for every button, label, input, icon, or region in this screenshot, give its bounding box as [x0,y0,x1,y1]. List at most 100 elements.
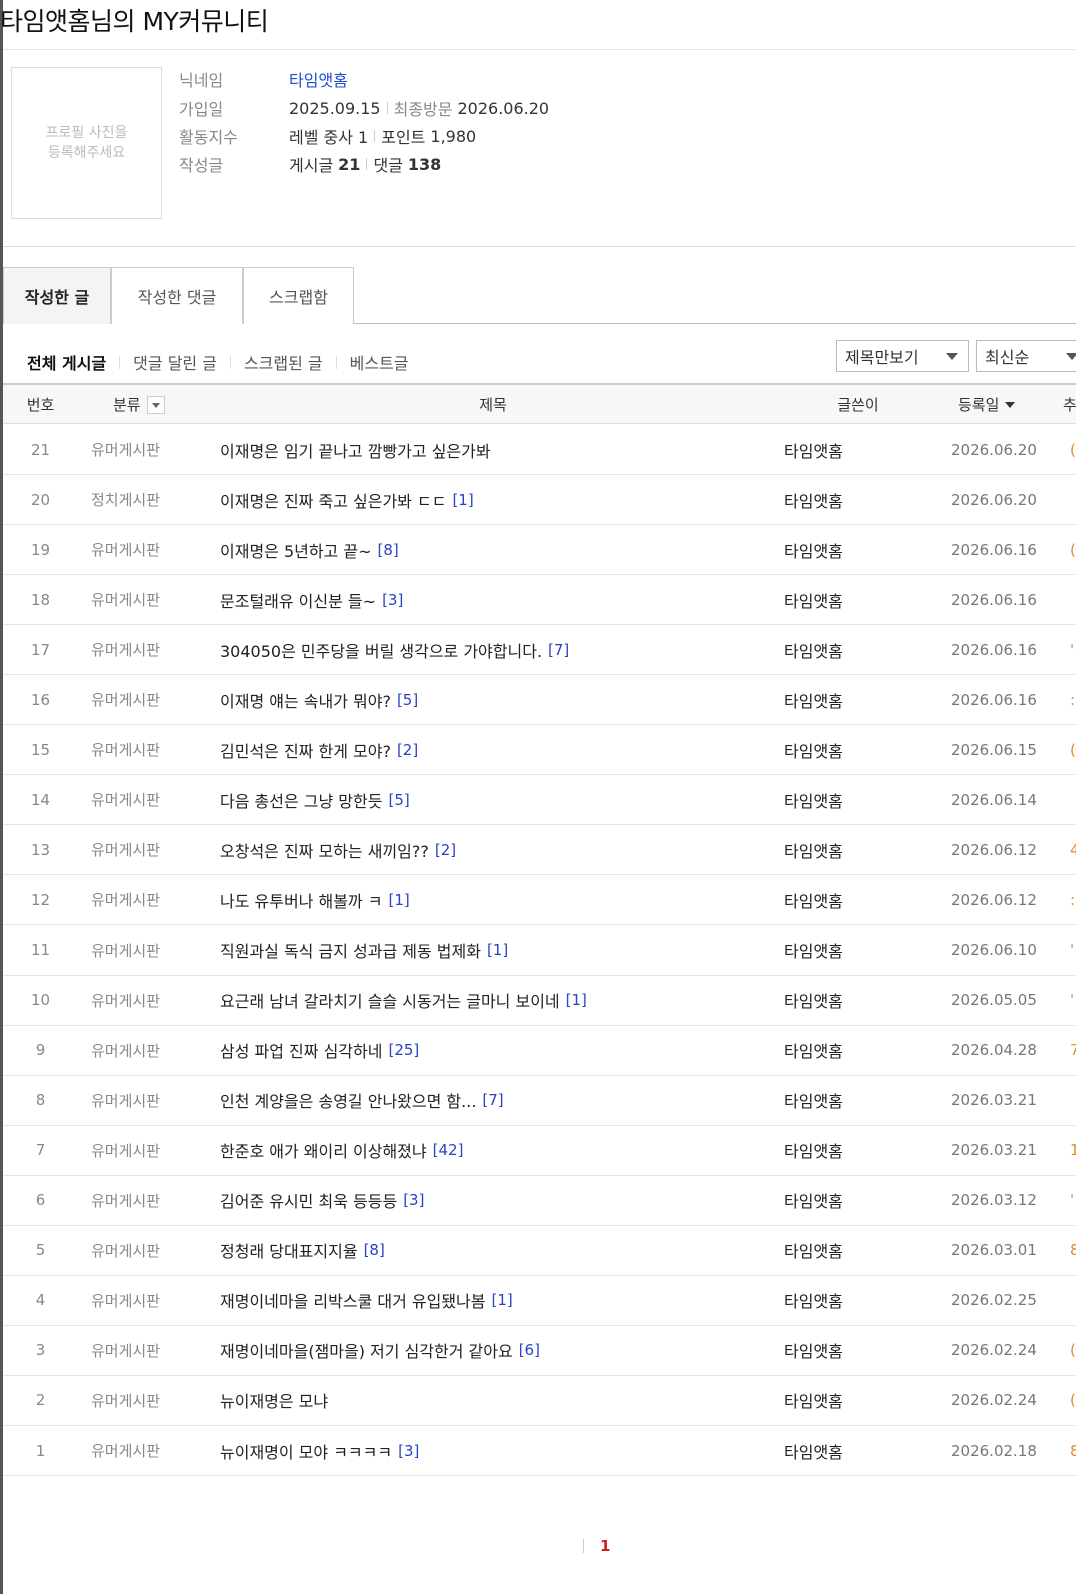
comment-count-badge[interactable]: [1] [487,941,508,959]
post-category[interactable]: 유머게시판 [91,1276,160,1325]
post-title-link[interactable]: 인천 계양을은 송영길 안나왔으면 함... [220,1088,476,1112]
tab-scraps[interactable]: 스크랩함 [243,267,354,324]
post-category[interactable]: 유머게시판 [91,625,160,674]
comment-count-badge[interactable]: [8] [378,541,399,559]
post-author[interactable]: 타임앳홈 [784,1026,843,1075]
post-title-link[interactable]: 다음 총선은 그냥 망한듯 [220,788,382,812]
post-title-link[interactable]: 나도 유투버나 해볼까 ㅋ [220,888,382,912]
comment-count-badge[interactable]: [5] [397,691,418,709]
post-author[interactable]: 타임앳홈 [784,1176,843,1225]
post-author[interactable]: 타임앳홈 [784,875,843,924]
post-author[interactable]: 타임앳홈 [784,1076,843,1125]
post-category[interactable]: 유머게시판 [91,1426,160,1475]
separator [386,102,388,114]
post-title-link[interactable]: 이재명은 5년하고 끝~ [220,538,372,562]
comment-count-badge[interactable]: [2] [397,741,418,759]
post-category[interactable]: 유머게시판 [91,675,160,724]
post-author[interactable]: 타임앳홈 [784,725,843,774]
filter-scrapped-posts[interactable]: 스크랩된 글 [244,350,323,374]
profile-photo-placeholder[interactable]: 프로필 사진을 등록해주세요 [11,67,162,219]
category-filter-dropdown-icon[interactable] [146,395,165,414]
post-title-link[interactable]: 김어준 유시민 최욱 등등등 [220,1188,397,1212]
tab-written-posts[interactable]: 작성한 글 [3,267,111,324]
post-author[interactable]: 타임앳홈 [784,825,843,874]
post-category[interactable]: 유머게시판 [91,1226,160,1275]
post-title-link[interactable]: 요근래 남녀 갈라치기 슬슬 시동거는 글마니 보이네 [220,988,560,1012]
post-title-link[interactable]: 김민석은 진짜 한게 모야? [220,738,391,762]
comment-count-badge[interactable]: [1] [492,1291,513,1309]
post-title-link[interactable]: 오창석은 진짜 모하는 새끼임?? [220,838,429,862]
post-title-link[interactable]: 재명이네마을 리박스쿨 대거 유입됐나봄 [220,1288,486,1312]
comment-count-badge[interactable]: [8] [364,1241,385,1259]
post-category[interactable]: 유머게시판 [91,875,160,924]
post-author[interactable]: 타임앳홈 [784,425,843,474]
post-title-link[interactable]: 정청래 당대표지지율 [220,1238,358,1262]
post-category[interactable]: 유머게시판 [91,725,160,774]
comment-count-badge[interactable]: [1] [566,991,587,1009]
comment-count-badge[interactable]: [1] [452,491,473,509]
view-mode-select[interactable]: 제목만보기 [836,340,969,372]
tab-written-comments[interactable]: 작성한 댓글 [111,267,243,324]
post-author[interactable]: 타임앳홈 [784,575,843,624]
post-title-link[interactable]: 뉴이재명이 모야 ㅋㅋㅋㅋ [220,1439,392,1463]
comment-count-badge[interactable]: [2] [435,841,456,859]
post-author[interactable]: 타임앳홈 [784,1226,843,1275]
post-category[interactable]: 유머게시판 [91,1026,160,1075]
post-category[interactable]: 유머게시판 [91,1376,160,1425]
post-author[interactable]: 타임앳홈 [784,1276,843,1325]
post-author[interactable]: 타임앳홈 [784,675,843,724]
post-author[interactable]: 타임앳홈 [784,625,843,674]
comment-count-badge[interactable]: [3] [382,591,403,609]
comment-count-badge[interactable]: [6] [519,1341,540,1359]
post-category[interactable]: 유머게시판 [91,575,160,624]
post-title-link[interactable]: 문조털래유 이신분 들~ [220,588,376,612]
filter-commented-posts[interactable]: 댓글 달린 글 [133,350,217,374]
comment-count-badge[interactable]: [1] [388,891,409,909]
post-author[interactable]: 타임앳홈 [784,1376,843,1425]
post-category[interactable]: 유머게시판 [91,525,160,574]
post-category[interactable]: 유머게시판 [91,1076,160,1125]
comment-count-badge[interactable]: [5] [388,791,409,809]
post-title-link[interactable]: 이재명은 진짜 죽고 싶은가봐 ㄷㄷ [220,488,446,512]
comment-count-badge[interactable]: [7] [548,641,569,659]
post-title-link[interactable]: 뉴이재명은 모냐 [220,1388,328,1412]
post-author[interactable]: 타임앳홈 [784,475,843,524]
post-title-link[interactable]: 304050은 민주당을 버릴 생각으로 가야합니다. [220,638,542,662]
post-category[interactable]: 유머게시판 [91,825,160,874]
post-title-link[interactable]: 이재명 얘는 속내가 뭐야? [220,688,391,712]
post-author[interactable]: 타임앳홈 [784,976,843,1025]
comment-count-badge[interactable]: [3] [398,1442,419,1460]
filter-all-posts[interactable]: 전체 게시글 [27,350,106,374]
comment-count-badge[interactable]: [3] [403,1191,424,1209]
post-title-link[interactable]: 이재명은 임기 끝나고 깜빵가고 싶은가봐 [220,438,491,462]
page-current[interactable]: 1 [600,1537,610,1555]
post-category[interactable]: 유머게시판 [91,425,160,474]
sort-order-select[interactable]: 최신순 [976,340,1076,372]
post-category[interactable]: 정치게시판 [91,475,160,524]
comment-count-badge[interactable]: [25] [388,1041,419,1059]
post-category[interactable]: 유머게시판 [91,1176,160,1225]
header-category[interactable]: 분류 [113,385,165,424]
comment-count-badge[interactable]: [7] [482,1091,503,1109]
post-category[interactable]: 유머게시판 [91,1326,160,1375]
post-author[interactable]: 타임앳홈 [784,1326,843,1375]
post-title-link[interactable]: 한준호 애가 왜이리 이상해졌냐 [220,1138,427,1162]
post-date: 2026.03.21 [951,1141,1037,1160]
filter-best-posts[interactable]: 베스트글 [350,350,409,374]
post-title-link[interactable]: 재명이네마을(잼마을) 저기 심각한거 같아요 [220,1338,513,1362]
post-category[interactable]: 유머게시판 [91,976,160,1025]
post-title-link[interactable]: 삼성 파업 진짜 심각하네 [220,1038,382,1062]
post-author[interactable]: 타임앳홈 [784,926,843,975]
comment-count-badge[interactable]: [42] [433,1141,464,1159]
post-author[interactable]: 타임앳홈 [784,525,843,574]
post-title-link[interactable]: 직원과실 독식 금지 성과급 제동 법제화 [220,938,481,962]
post-category[interactable]: 유머게시판 [91,926,160,975]
header-date[interactable]: 등록일 [958,385,1016,424]
post-category[interactable]: 유머게시판 [91,1126,160,1175]
post-author[interactable]: 타임앳홈 [784,1426,843,1475]
chevron-down-icon [1066,353,1076,360]
post-author[interactable]: 타임앳홈 [784,775,843,824]
post-category[interactable]: 유머게시판 [91,775,160,824]
post-author[interactable]: 타임앳홈 [784,1126,843,1175]
nickname-link[interactable]: 타임앳홈 [289,67,348,91]
